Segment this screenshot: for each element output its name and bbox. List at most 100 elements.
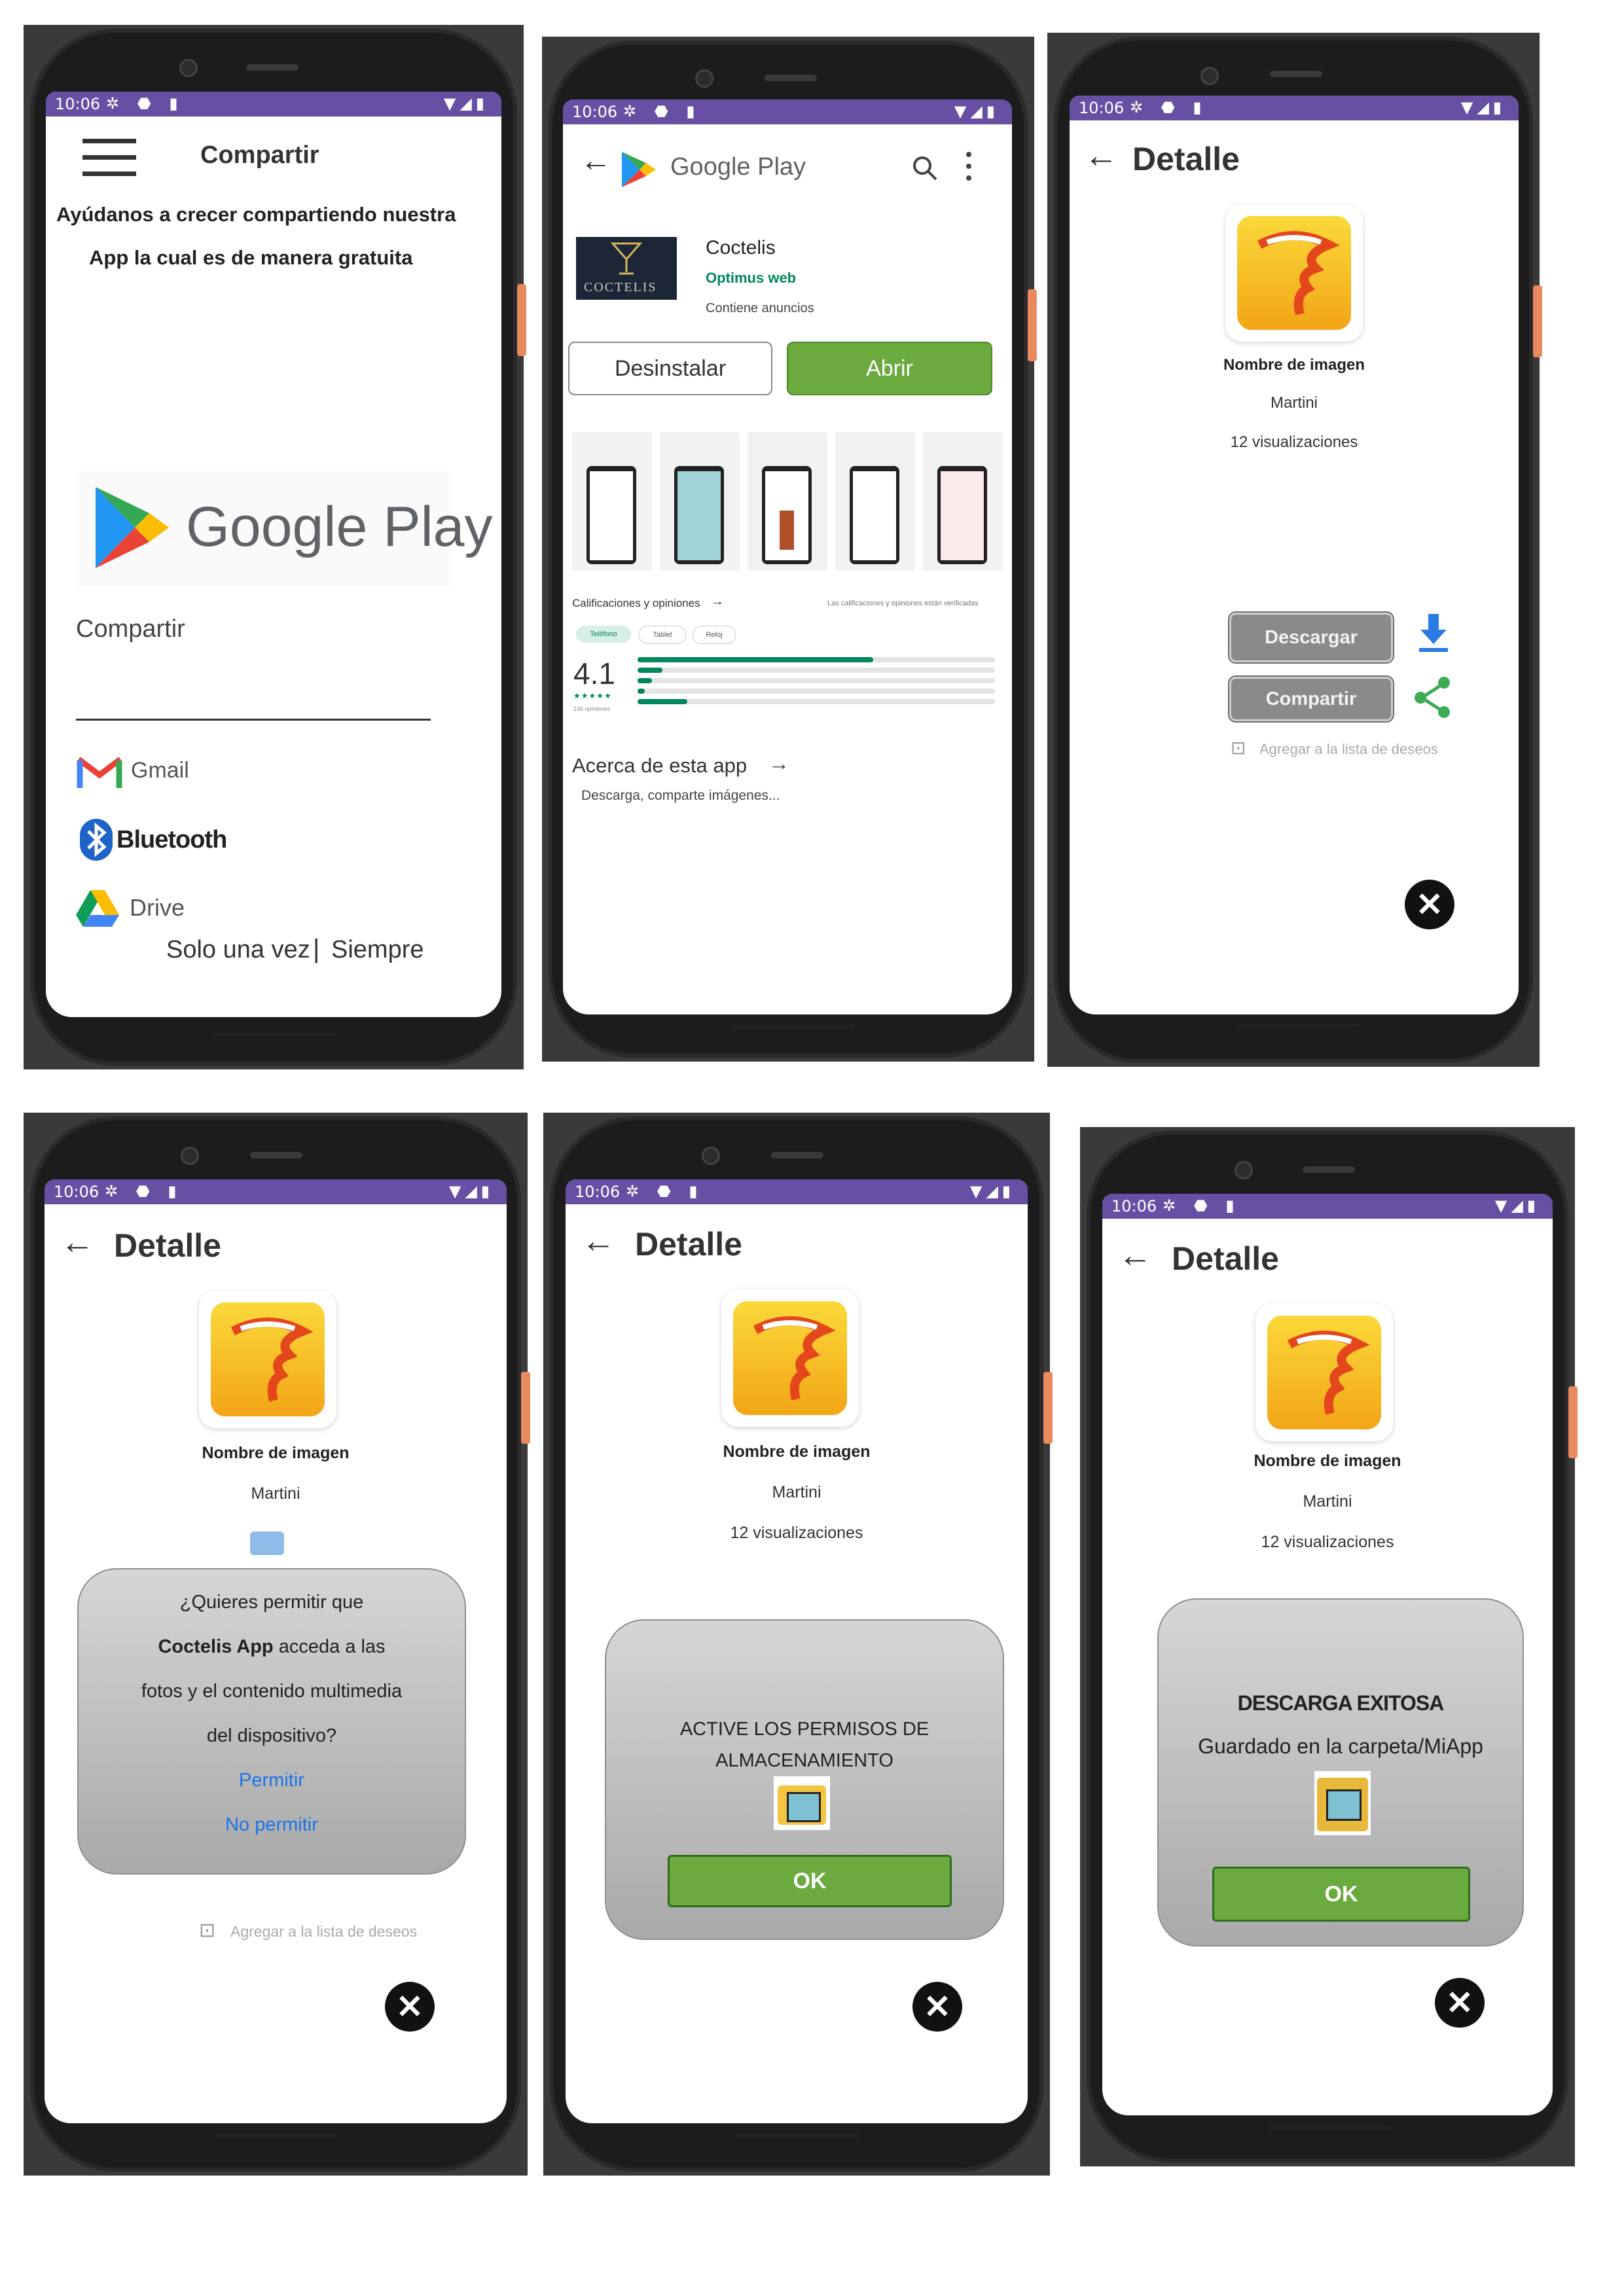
close-button[interactable]: ✕ — [1435, 1978, 1485, 2028]
screen-storage-permission: 10:06 ✲ ⬣ ▮ ▼◢▮ ← Detalle Nombre de imag… — [566, 1179, 1028, 2123]
signal-battery-icon: ▼◢▮ — [448, 1182, 494, 1200]
signal-battery-icon: ▼◢▮ — [1494, 1196, 1540, 1215]
share-option-drive[interactable]: Drive — [76, 886, 272, 929]
download-button[interactable]: Descargar — [1228, 611, 1394, 664]
power-button — [517, 284, 526, 356]
app-name: Coctelis — [706, 237, 776, 259]
rating-bar-fill — [638, 678, 652, 683]
allow-button[interactable]: Permitir — [79, 1770, 465, 1791]
bookmark-icon[interactable]: ⊡ — [199, 1919, 215, 1942]
device-chip-watch[interactable]: Reloj — [693, 626, 736, 644]
developer-name[interactable]: Optimus web — [706, 270, 796, 287]
close-button[interactable]: ✕ — [1405, 880, 1454, 929]
about-arrow-icon[interactable]: → — [768, 751, 789, 776]
bluetooth-icon — [80, 819, 113, 861]
drive-icon — [76, 890, 119, 927]
device-chip-tablet[interactable]: Tablet — [639, 626, 686, 644]
power-button — [1043, 1372, 1053, 1444]
signal-battery-icon: ▼◢▮ — [969, 1182, 1015, 1200]
store-name: Google Play — [670, 153, 806, 181]
rating-stars: ★★★★★ — [573, 691, 612, 700]
front-camera — [1200, 67, 1219, 85]
just-once-button[interactable]: Solo una vez — [166, 936, 310, 964]
ratings-arrow-icon[interactable]: → — [711, 594, 724, 609]
image-thumbnail — [199, 1291, 336, 1428]
page-title: Detalle — [1132, 141, 1240, 177]
share-label: Compartir — [1265, 689, 1357, 709]
share-option-label: Drive — [130, 894, 185, 921]
storage-message-line-2: ALMACENAMIENTO — [715, 1750, 893, 1771]
share-button[interactable]: Compartir — [1228, 675, 1394, 723]
front-camera — [181, 1147, 199, 1165]
image-name: Martini — [1270, 394, 1318, 412]
speaker — [765, 75, 817, 81]
uninstall-button[interactable]: Desinstalar — [568, 342, 772, 395]
image-thumbnail — [1255, 1304, 1393, 1441]
status-bar: 10:06 ✲ ⬣ ▮ ▼◢▮ — [45, 1179, 507, 1204]
back-arrow-icon[interactable]: ← — [581, 1221, 615, 1261]
power-button — [1568, 1386, 1578, 1458]
close-button[interactable]: ✕ — [912, 1982, 962, 2032]
home-indicator — [731, 1025, 855, 1029]
deny-button[interactable]: No permitir — [79, 1814, 465, 1836]
status-bar: 10:06 ✲ ⬣ ▮ ▼◢▮ — [46, 92, 501, 117]
rating-bar-track — [638, 678, 995, 683]
image-thumbnail — [721, 1289, 859, 1427]
storage-folder-icon — [774, 1776, 830, 1830]
home-indicator — [213, 2134, 338, 2138]
screenshot-thumb — [660, 432, 740, 571]
search-icon[interactable] — [911, 154, 939, 182]
home-indicator — [1267, 2126, 1392, 2130]
phone-1: 10:06 ✲ ⬣ ▮ ▼◢▮ Compartir Ayúdanos a cre… — [30, 29, 526, 1066]
status-icons: ✲ ⬣ ▮ — [1163, 1196, 1241, 1215]
device-chip-phone[interactable]: Teléfono — [576, 626, 631, 643]
phone-5: 10:06 ✲ ⬣ ▮ ▼◢▮ ← Detalle Nombre de imag… — [550, 1117, 1053, 2172]
back-arrow-icon[interactable]: ← — [580, 143, 611, 179]
share-label: Compartir — [76, 615, 185, 643]
back-arrow-icon[interactable]: ← — [1118, 1236, 1152, 1275]
back-arrow-icon[interactable]: ← — [60, 1223, 94, 1262]
more-options-icon[interactable] — [965, 152, 973, 182]
screenshot-thumb — [572, 432, 652, 571]
bookmark-icon[interactable]: ⊡ — [1231, 737, 1246, 759]
ads-notice: Contiene anuncios — [706, 301, 814, 315]
wishlist-link[interactable]: Agregar a la lista de deseos — [1259, 741, 1438, 758]
ok-button[interactable]: OK — [1212, 1867, 1470, 1922]
chip-label: Tablet — [653, 631, 672, 639]
phone-4: 10:06 ✲ ⬣ ▮ ▼◢▮ ← Detalle Nombre de imag… — [30, 1117, 530, 2172]
google-play-logo-text: Google Play — [186, 495, 493, 558]
google-play-triangle-icon — [96, 487, 169, 568]
success-title: DESCARGA EXITOSA — [1237, 1691, 1445, 1715]
front-camera — [1235, 1161, 1253, 1179]
share-icon[interactable] — [1411, 674, 1454, 720]
app-logo: COCTELIS — [576, 237, 677, 300]
image-thumbnail — [1225, 204, 1363, 342]
image-name: Martini — [1303, 1492, 1352, 1511]
tornado-icon — [1257, 231, 1340, 315]
share-option-bluetooth[interactable]: Bluetooth — [76, 818, 272, 864]
wishlist-link[interactable]: Agregar a la lista de deseos — [230, 1923, 417, 1941]
download-icon[interactable] — [1416, 611, 1451, 655]
share-option-gmail[interactable]: Gmail — [76, 753, 272, 792]
ok-button[interactable]: OK — [668, 1855, 952, 1907]
hamburger-menu-icon[interactable] — [82, 139, 136, 176]
permission-text-line-2: Coctelis App acceda a las — [79, 1636, 465, 1658]
permission-text-line-4: del dispositivo? — [206, 1725, 337, 1746]
permission-text-line-3: fotos y el contenido multimedia — [141, 1681, 403, 1702]
about-title[interactable]: Acerca de esta app — [572, 754, 747, 778]
storage-message-line-1: ACTIVE LOS PERMISOS DE — [679, 1719, 929, 1740]
close-button[interactable]: ✕ — [385, 1982, 435, 2032]
image-name-label: Nombre de imagen — [723, 1443, 871, 1461]
download-label: Descargar — [1265, 627, 1358, 648]
open-button[interactable]: Abrir — [787, 342, 992, 395]
page-title: Detalle — [635, 1226, 742, 1263]
back-arrow-icon[interactable]: ← — [1084, 136, 1118, 175]
always-button[interactable]: Siempre — [331, 936, 424, 964]
rating-bar-track — [638, 699, 995, 704]
tornado-icon — [753, 1316, 836, 1401]
page-title: Compartir — [200, 141, 319, 169]
ratings-title[interactable]: Calificaciones y opiniones — [572, 597, 700, 610]
chip-label: Teléfono — [590, 630, 617, 638]
screenshot-gallery[interactable] — [572, 432, 1004, 571]
status-icons: ✲ ⬣ ▮ — [105, 1182, 183, 1200]
